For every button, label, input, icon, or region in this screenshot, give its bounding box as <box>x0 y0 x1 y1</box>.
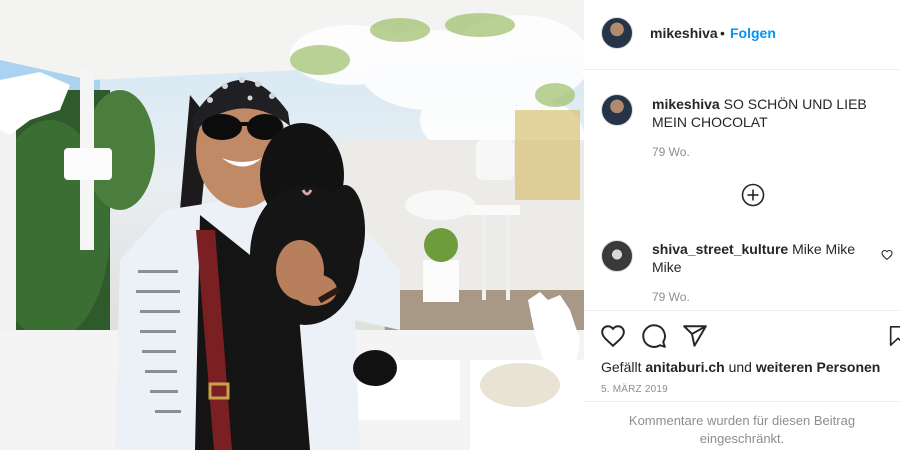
likes-others[interactable]: weiteren Personen <box>756 359 881 375</box>
comment-text-block: shiva_street_kulture Mike Mike Mike <box>652 240 874 276</box>
likes-user[interactable]: anitaburi.ch <box>645 359 724 375</box>
comment-item: shiva_street_kulture Mike Mike Mike 79 W… <box>584 238 900 310</box>
comments-restricted-line1: Kommentare wurden für diesen Beitrag <box>628 413 856 428</box>
plus-circle-icon[interactable] <box>741 183 765 207</box>
bookmark-icon[interactable] <box>887 323 900 349</box>
likes-conjunction: und <box>728 359 752 375</box>
comment-avatar[interactable] <box>601 240 633 272</box>
caption-avatar[interactable] <box>601 94 633 126</box>
comment-username[interactable]: shiva_street_kulture <box>652 241 788 257</box>
follow-button[interactable]: Folgen <box>730 25 776 41</box>
post-date[interactable]: 5. MÄRZ 2019 <box>601 384 668 395</box>
follow-separator: • <box>720 25 725 41</box>
photo-illustration <box>0 0 584 450</box>
comment-like-heart-icon[interactable] <box>881 249 893 261</box>
comments-restricted-line2: eingeschränkt. <box>699 431 785 446</box>
caption: mikeshiva SO SCHÖN UND LIEB MEIN CHOCOLA… <box>584 92 900 172</box>
comment-time[interactable]: 79 Wo. <box>652 290 690 304</box>
post-actions: Gefällt anitaburi.ch und weiteren Person… <box>584 310 900 446</box>
heart-icon[interactable] <box>600 323 626 349</box>
caption-time[interactable]: 79 Wo. <box>652 145 690 159</box>
caption-username[interactable]: mikeshiva <box>652 96 720 112</box>
author-username[interactable]: mikeshiva <box>650 25 718 41</box>
author-avatar[interactable] <box>601 17 633 49</box>
comments-restricted-notice: Kommentare wurden für diesen Beitrag ein… <box>584 401 900 450</box>
share-icon[interactable] <box>682 323 708 349</box>
caption-text-block: mikeshiva SO SCHÖN UND LIEB MEIN CHOCOLA… <box>652 95 892 131</box>
post-side-panel: mikeshiva • Folgen mikeshiva SO SCHÖN UN… <box>584 0 900 450</box>
likes-summary: Gefällt anitaburi.ch und weiteren Person… <box>601 359 880 375</box>
comment-icon[interactable] <box>641 323 667 349</box>
post-photo[interactable] <box>0 0 584 450</box>
post-header: mikeshiva • Folgen <box>584 0 900 70</box>
likes-prefix: Gefällt <box>601 359 642 375</box>
